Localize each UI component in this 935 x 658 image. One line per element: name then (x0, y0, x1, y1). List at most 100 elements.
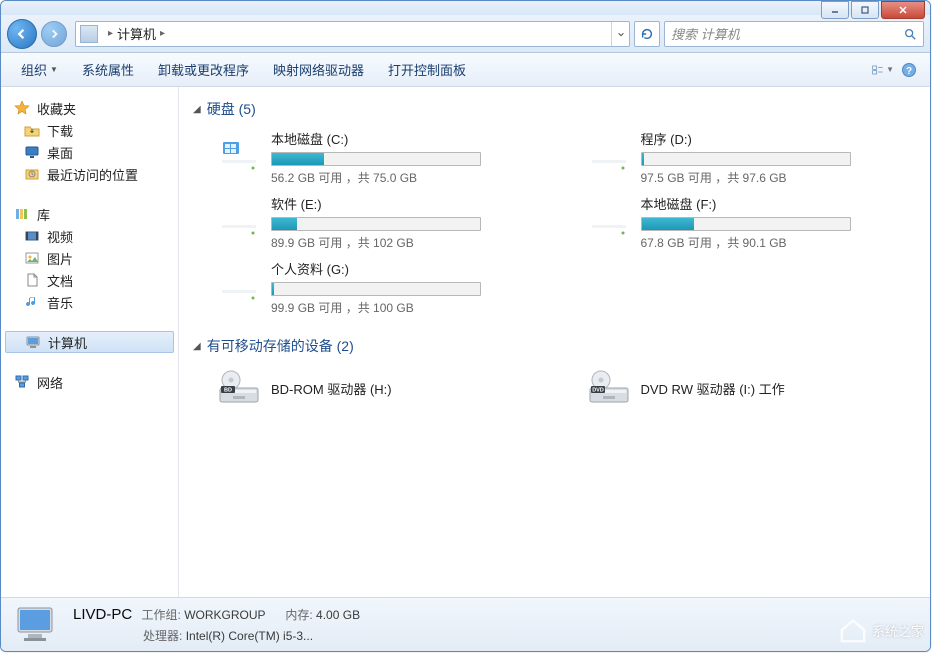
drive-capacity-text: 56.2 GB 可用 ，共 75.0 GB (271, 169, 501, 186)
hdd-icon (217, 203, 261, 243)
recent-icon (23, 165, 41, 183)
sidebar-item-pictures[interactable]: 图片 (1, 247, 178, 269)
sidebar-computer[interactable]: 计算机 (5, 331, 174, 353)
computer-icon (80, 25, 98, 43)
drive-name: 个人资料 (G:) (271, 259, 501, 278)
titlebar[interactable] (1, 1, 930, 15)
capacity-bar (641, 152, 851, 166)
computer-name: LIVD-PC (73, 606, 132, 623)
hdd-icon (217, 268, 261, 308)
sidebar-label: 收藏夹 (37, 99, 76, 118)
control-panel-button[interactable]: 打开控制面板 (378, 56, 476, 83)
svg-text:DVD: DVD (592, 388, 604, 394)
maximize-button[interactable] (851, 1, 879, 19)
svg-text:?: ? (906, 66, 912, 77)
drive-item[interactable]: 个人资料 (G:) 99.9 GB 可用 ，共 100 GB (217, 259, 547, 316)
drive-name: 软件 (E:) (271, 194, 501, 213)
content-area: 收藏夹 下载 桌面 最近访问的位置 库 视频 图片 文档 音乐 计算机 (1, 87, 930, 597)
refresh-button[interactable] (634, 21, 660, 47)
hdd-icon (217, 138, 261, 178)
breadcrumb-root[interactable]: 计算机 (117, 24, 156, 43)
capacity-bar (271, 152, 481, 166)
uninstall-programs-button[interactable]: 卸载或更改程序 (148, 56, 259, 83)
capacity-bar (271, 282, 481, 296)
forward-button[interactable] (41, 21, 67, 47)
minimize-button[interactable] (821, 1, 849, 19)
sidebar-libraries[interactable]: 库 (1, 203, 178, 225)
drive-capacity-text: 99.9 GB 可用 ，共 100 GB (271, 299, 501, 316)
svg-text:BD: BD (224, 388, 232, 394)
back-button[interactable] (7, 19, 37, 49)
search-box[interactable]: 搜索 计算机 (664, 21, 924, 47)
library-icon (13, 205, 31, 223)
group-header-removable[interactable]: ◢ 有可移动存储的设备 (2) (193, 332, 916, 360)
sidebar-label: 计算机 (48, 333, 87, 352)
collapse-icon[interactable]: ◢ (193, 341, 201, 352)
window-controls (821, 1, 925, 19)
sidebar-item-downloads[interactable]: 下载 (1, 119, 178, 141)
removable-item[interactable]: DVD DVD RW 驱动器 (I:) 工作 (587, 368, 917, 408)
drive-item[interactable]: 程序 (D:) 97.5 GB 可用 ，共 97.6 GB (587, 129, 917, 186)
main-pane[interactable]: ◢ 硬盘 (5) 本地磁盘 (C:) 56.2 GB 可用 ，共 75.0 GB 程… (179, 87, 930, 597)
search-placeholder: 搜索 计算机 (671, 24, 903, 43)
help-button[interactable]: ? (898, 59, 920, 81)
hdd-icon (587, 138, 631, 178)
drive-capacity-text: 89.9 GB 可用 ，共 102 GB (271, 234, 501, 251)
command-bar: 组织▼ 系统属性 卸载或更改程序 映射网络驱动器 打开控制面板 ▼ ? (1, 53, 930, 87)
sidebar-item-desktop[interactable]: 桌面 (1, 141, 178, 163)
drive-name: 本地磁盘 (F:) (641, 194, 871, 213)
hdd-icon (587, 203, 631, 243)
view-options-button[interactable]: ▼ (872, 59, 894, 81)
organize-menu[interactable]: 组织▼ (11, 56, 68, 83)
sidebar-label: 库 (37, 205, 50, 224)
sidebar-item-music[interactable]: 音乐 (1, 291, 178, 313)
search-icon (903, 27, 917, 41)
system-properties-button[interactable]: 系统属性 (72, 56, 144, 83)
close-button[interactable] (881, 1, 925, 19)
drive-capacity-text: 67.8 GB 可用 ，共 90.1 GB (641, 234, 871, 251)
drive-item[interactable]: 本地磁盘 (F:) 67.8 GB 可用 ，共 90.1 GB (587, 194, 917, 251)
removable-name: BD-ROM 驱动器 (H:) (271, 379, 392, 398)
sidebar-item-videos[interactable]: 视频 (1, 225, 178, 247)
removables-grid: BD BD-ROM 驱动器 (H:) DVD DVD RW 驱动器 (I:) 工作 (193, 360, 916, 408)
sidebar-favorites[interactable]: 收藏夹 (1, 97, 178, 119)
capacity-bar (641, 217, 851, 231)
sidebar-item-documents[interactable]: 文档 (1, 269, 178, 291)
navigation-pane: 收藏夹 下载 桌面 最近访问的位置 库 视频 图片 文档 音乐 计算机 (1, 87, 179, 597)
computer-large-icon (13, 603, 61, 647)
network-icon (13, 373, 31, 391)
video-icon (23, 227, 41, 245)
explorer-window: ▸ 计算机 ▸ 搜索 计算机 组织▼ 系统属性 卸载或更改程序 映射网络驱动器 … (0, 0, 931, 652)
drive-name: 本地磁盘 (C:) (271, 129, 501, 148)
drive-capacity-text: 97.5 GB 可用 ，共 97.6 GB (641, 169, 871, 186)
capacity-bar (271, 217, 481, 231)
music-icon (23, 293, 41, 311)
details-text: LIVD-PC 工作组: WORKGROUP 内存: 4.00 GB 处理器: … (73, 604, 360, 645)
sidebar-item-recent[interactable]: 最近访问的位置 (1, 163, 178, 185)
optical-drive-icon: BD (217, 368, 261, 408)
collapse-icon[interactable]: ◢ (193, 104, 201, 115)
drive-name: 程序 (D:) (641, 129, 871, 148)
star-icon (13, 99, 31, 117)
address-bar[interactable]: ▸ 计算机 ▸ (75, 21, 630, 47)
address-dropdown[interactable] (611, 22, 629, 46)
breadcrumb-separator[interactable]: ▸ (156, 28, 169, 39)
optical-drive-icon: DVD (587, 368, 631, 408)
drives-grid: 本地磁盘 (C:) 56.2 GB 可用 ，共 75.0 GB 程序 (D:) 97.… (193, 123, 916, 332)
folder-download-icon (23, 121, 41, 139)
details-pane: LIVD-PC 工作组: WORKGROUP 内存: 4.00 GB 处理器: … (1, 597, 930, 651)
removable-item[interactable]: BD BD-ROM 驱动器 (H:) (217, 368, 547, 408)
navigation-bar: ▸ 计算机 ▸ 搜索 计算机 (1, 15, 930, 53)
desktop-icon (23, 143, 41, 161)
drive-item[interactable]: 本地磁盘 (C:) 56.2 GB 可用 ，共 75.0 GB (217, 129, 547, 186)
watermark: 系统之家 (838, 615, 924, 645)
pictures-icon (23, 249, 41, 267)
sidebar-network[interactable]: 网络 (1, 371, 178, 393)
map-drive-button[interactable]: 映射网络驱动器 (263, 56, 374, 83)
removable-name: DVD RW 驱动器 (I:) 工作 (641, 379, 785, 398)
documents-icon (23, 271, 41, 289)
group-header-hdd[interactable]: ◢ 硬盘 (5) (193, 95, 916, 123)
computer-icon (24, 333, 42, 351)
drive-item[interactable]: 软件 (E:) 89.9 GB 可用 ，共 102 GB (217, 194, 547, 251)
breadcrumb-separator: ▸ (104, 28, 117, 39)
